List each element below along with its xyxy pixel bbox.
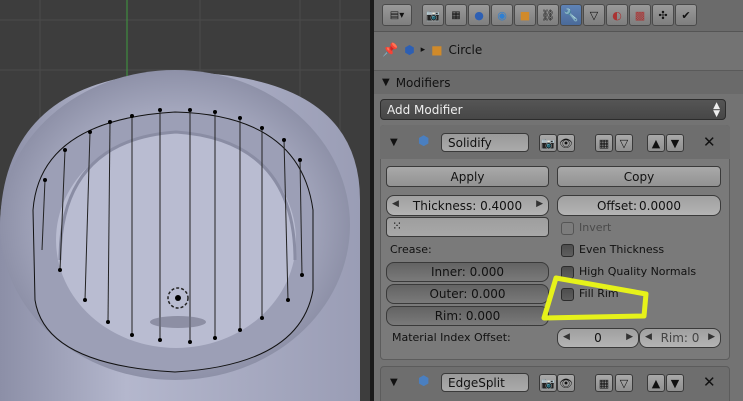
close-icon[interactable]: ✕ xyxy=(703,373,716,391)
even-thickness-label: Even Thickness xyxy=(579,243,665,256)
edgesplit-name-field[interactable]: EdgeSplit xyxy=(441,373,529,392)
viewport-toggle-icon[interactable]: 👁 xyxy=(557,374,575,392)
solidify-name-field[interactable]: Solidify xyxy=(441,133,529,152)
move-up-icon[interactable]: ▲ xyxy=(647,134,665,152)
collapse-arrow-icon: ▼ xyxy=(382,77,390,88)
move-up-icon[interactable]: ▲ xyxy=(647,374,665,392)
rim-material-field[interactable]: ◀ Rim: 0 ▶ xyxy=(639,328,721,348)
properties-editor: ▤▾ 📷 ▦ ● ◉ ■ ⛓ 🔧 ▽ ◐ ▩ ✣ ✔ 📌 ⬢ ▸ ■ Circl… xyxy=(374,0,743,401)
material-icon[interactable]: ◐ xyxy=(606,4,628,26)
rim-crease-label: Rim: 0.000 xyxy=(434,309,501,323)
render-icon[interactable]: 📷 xyxy=(422,4,444,26)
pin-icon[interactable]: 📌 xyxy=(382,43,398,58)
apply-button[interactable]: Apply xyxy=(386,166,549,187)
add-modifier-dropdown[interactable]: Add Modifier ▲ ▼ xyxy=(380,99,726,120)
chevron-right-icon: ▸ xyxy=(420,45,426,55)
3d-viewport[interactable] xyxy=(0,0,370,401)
thickness-field[interactable]: ◀ Thickness: 0.4000 ▶ xyxy=(386,195,549,216)
inner-crease-field[interactable]: Inner: 0.000 xyxy=(386,262,549,282)
rim-crease-field[interactable]: Rim: 0.000 xyxy=(386,306,549,326)
outer-crease-label: Outer: 0.000 xyxy=(429,287,506,301)
particles-icon[interactable]: ✣ xyxy=(652,4,674,26)
object-cube-icon: ■ xyxy=(431,43,443,57)
vertex-group-field[interactable]: ⁙ xyxy=(386,217,549,237)
thickness-label: Thickness: 0.4000 xyxy=(412,198,523,213)
decrement-arrow-icon[interactable]: ◀ xyxy=(392,199,399,209)
offset-value: 0.0000 xyxy=(639,198,682,213)
highlight-annotation xyxy=(541,275,649,321)
move-down-icon[interactable]: ▼ xyxy=(666,374,684,392)
world-icon[interactable]: ◉ xyxy=(491,4,513,26)
solidify-modifier-icon: ⬢ xyxy=(418,134,430,149)
outer-crease-field[interactable]: Outer: 0.000 xyxy=(386,284,549,304)
object-icon[interactable]: ■ xyxy=(514,4,536,26)
viewport-toggle-icon[interactable]: 👁 xyxy=(557,134,575,152)
cage-toggle-icon[interactable]: ▽ xyxy=(615,134,633,152)
close-icon[interactable]: ✕ xyxy=(703,133,716,151)
render-toggle-icon[interactable]: 📷 xyxy=(539,374,557,392)
edgesplit-modifier-icon: ⬢ xyxy=(418,374,430,389)
material-index-offset-label: Material Index Offset: xyxy=(392,331,511,344)
invert-checkbox[interactable] xyxy=(561,222,574,235)
invert-label: Invert xyxy=(579,221,612,234)
editmode-toggle-icon[interactable]: ▦ xyxy=(595,134,613,152)
copy-button[interactable]: Copy xyxy=(557,166,721,187)
render-layers-icon[interactable]: ▦ xyxy=(445,4,467,26)
render-toggle-icon[interactable]: 📷 xyxy=(539,134,557,152)
move-down-icon[interactable]: ▼ xyxy=(666,134,684,152)
add-modifier-label: Add Modifier xyxy=(387,102,463,117)
offset-label: Offset: xyxy=(596,198,638,213)
inner-crease-label: Inner: 0.000 xyxy=(430,265,505,279)
even-thickness-checkbox[interactable] xyxy=(561,244,574,257)
scene-icon[interactable]: ● xyxy=(468,4,490,26)
breadcrumb: 📌 ⬢ ▸ ■ Circle xyxy=(382,40,482,60)
increment-arrow-icon[interactable]: ▶ xyxy=(626,332,633,342)
offset-field[interactable]: Offset: 0.0000 xyxy=(557,195,721,216)
texture-icon[interactable]: ▩ xyxy=(629,4,651,26)
editmode-toggle-icon[interactable]: ▦ xyxy=(595,374,613,392)
vertex-group-icon: ⁙ xyxy=(392,219,403,233)
expand-arrow-icon[interactable]: ▼ xyxy=(390,137,398,148)
decrement-arrow-icon[interactable]: ◀ xyxy=(563,332,570,342)
breadcrumb-object-name: Circle xyxy=(448,43,483,57)
modifiers-icon[interactable]: 🔧 xyxy=(560,4,582,26)
scene-objects-icon: ⬢ xyxy=(404,43,415,57)
viewport-scene xyxy=(0,0,370,401)
increment-arrow-icon[interactable]: ▶ xyxy=(708,332,715,342)
modifiers-panel-title: Modifiers xyxy=(395,75,451,90)
constraints-icon[interactable]: ⛓ xyxy=(537,4,559,26)
dropdown-updown-icon: ▲ ▼ xyxy=(713,100,720,119)
decrement-arrow-icon[interactable]: ◀ xyxy=(645,332,652,342)
modifiers-panel-header[interactable]: ▼ Modifiers xyxy=(374,70,743,94)
increment-arrow-icon[interactable]: ▶ xyxy=(536,199,543,209)
material-offset-value: 0 xyxy=(594,331,602,345)
view-menu-icon[interactable]: ▤▾ xyxy=(382,4,412,26)
crease-label: Crease: xyxy=(390,243,432,256)
cage-toggle-icon[interactable]: ▽ xyxy=(615,374,633,392)
physics-icon[interactable]: ✔ xyxy=(675,4,697,26)
data-icon[interactable]: ▽ xyxy=(583,4,605,26)
material-offset-field[interactable]: ◀ 0 ▶ xyxy=(557,328,639,348)
expand-arrow-icon[interactable]: ▼ xyxy=(390,377,398,388)
rim-material-label: Rim: 0 xyxy=(660,331,700,345)
